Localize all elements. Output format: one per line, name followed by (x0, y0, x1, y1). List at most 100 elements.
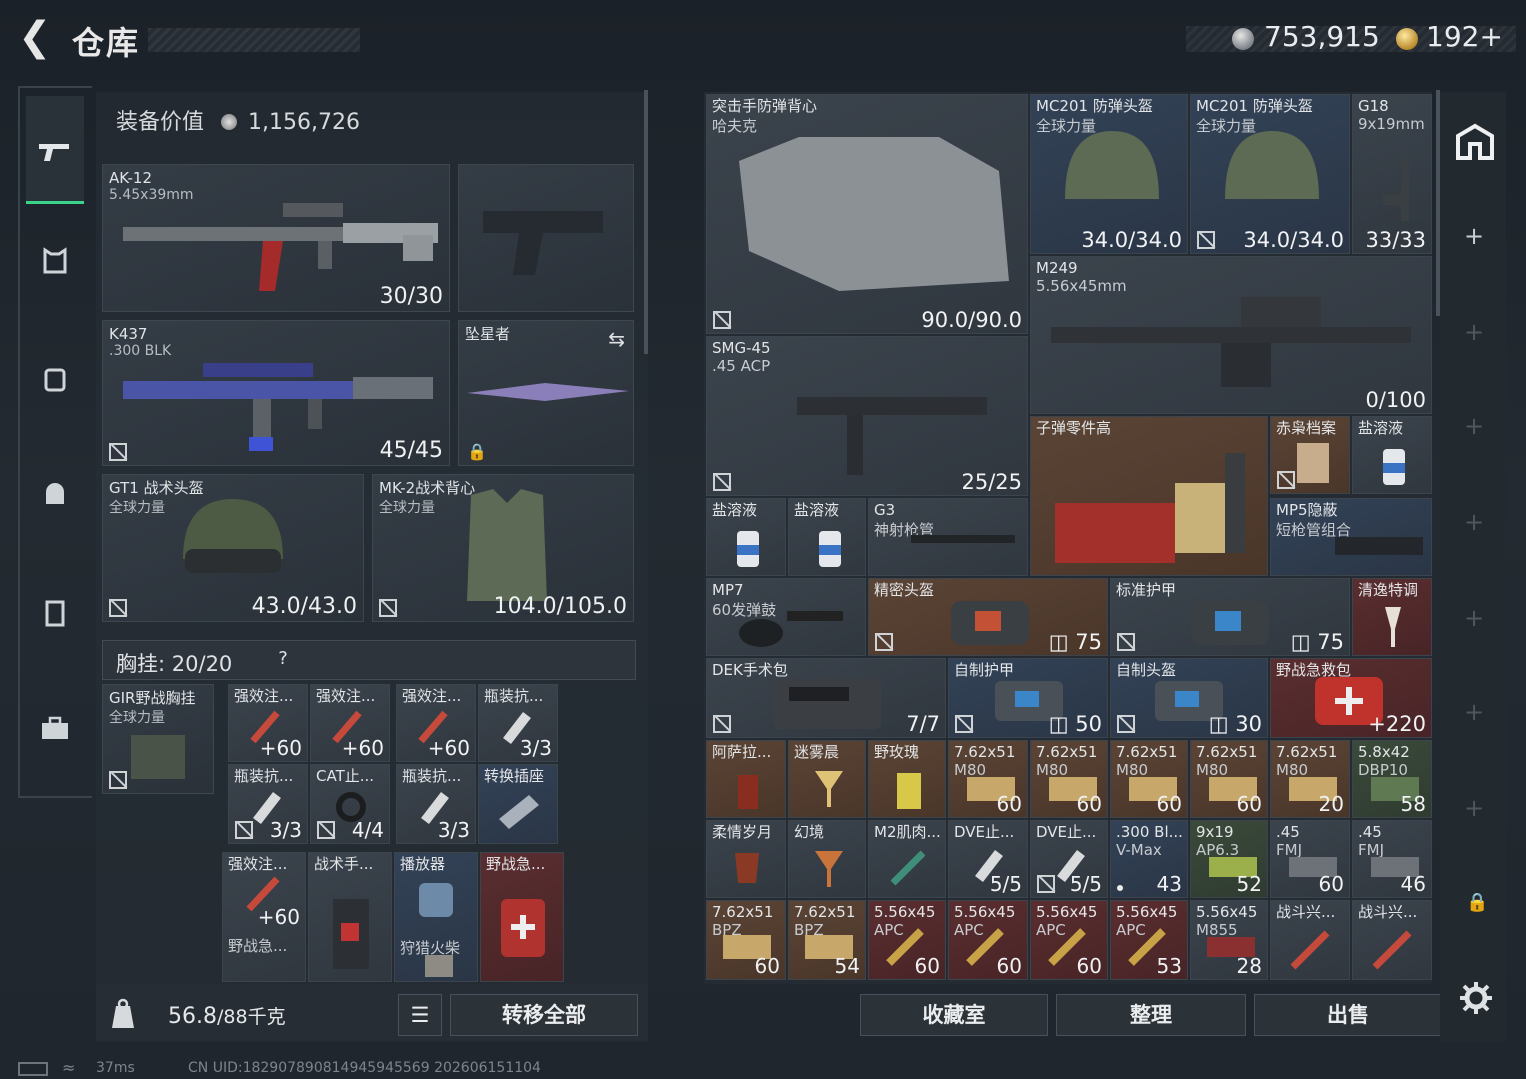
gold-amount[interactable]: 192+ (1426, 20, 1503, 53)
rig-item[interactable]: 瓶装抗... 3/3 (396, 764, 476, 844)
stash-item[interactable]: 盐溶液 (706, 498, 786, 576)
stash-item[interactable]: 7.62x51 BPZ 60 (706, 900, 786, 980)
item-name: MP5隐蔽 (1276, 501, 1338, 519)
item-count: 60 (996, 954, 1022, 978)
stash-item[interactable]: 7.62x51 M80 60 (948, 740, 1028, 818)
rail-weapons-icon[interactable] (26, 96, 84, 204)
rail-container-icon[interactable] (26, 590, 84, 648)
add-page-icon[interactable]: + (1462, 700, 1486, 724)
help-icon[interactable]: ? (272, 648, 294, 672)
add-page-icon[interactable]: + (1462, 320, 1486, 344)
rail-bag-icon[interactable] (26, 472, 84, 530)
rig-item[interactable]: 瓶装抗... 3/3 (478, 684, 558, 762)
primary-weapon-slot[interactable]: AK-12 5.45x39mm 30/30 (102, 164, 450, 312)
stash-item[interactable]: 标准护甲 ◫ 75 (1110, 578, 1350, 656)
stash-item[interactable]: 9x19 AP6.3 52 (1190, 820, 1268, 898)
melee-slot[interactable]: 坠星者 ⇆ 🔒 (458, 320, 634, 466)
stash-item[interactable]: 精密头盔 ◫ 75 (868, 578, 1108, 656)
stash-item[interactable]: M2肌肉... (868, 820, 946, 898)
armor-slot[interactable]: MK-2战术背心 全球力量 104.0/105.0 (372, 474, 634, 622)
stash-item[interactable]: 7.62x51 M80 60 (1030, 740, 1108, 818)
stash-item[interactable]: DEK手术包 7/7 (706, 658, 946, 738)
rail-backpack-icon[interactable] (26, 356, 84, 414)
stash-item[interactable]: 自制护甲 ◫ 50 (948, 658, 1108, 738)
stash-item[interactable]: 柔情岁月 (706, 820, 786, 898)
rail-armor-icon[interactable] (26, 238, 84, 296)
helmet-slot[interactable]: GT1 战术头盔 全球力量 43.0/43.0 (102, 474, 364, 622)
stash-item[interactable]: DVE止... 5/5 (948, 820, 1028, 898)
stash-item[interactable]: 5.8x42 DBP10 58 (1352, 740, 1432, 818)
stash-item[interactable]: 5.56x45 APC 60 (1030, 900, 1108, 980)
stash-item[interactable]: 阿萨拉... (706, 740, 786, 818)
stash-item[interactable]: 战斗兴... (1352, 900, 1432, 980)
bag-item[interactable]: 强效注... +60 野战急... (222, 852, 306, 982)
bag-item[interactable]: 战术手... (308, 852, 392, 982)
stash-item[interactable]: MP7 60发弹鼓 (706, 578, 866, 656)
stash-item[interactable]: MP5隐蔽 短枪管组合 (1270, 498, 1432, 576)
stash-item[interactable]: 清逸特调 (1352, 578, 1432, 656)
add-page-icon[interactable]: + (1462, 796, 1486, 820)
list-view-button[interactable]: ☰ (398, 994, 442, 1036)
stash-item[interactable]: 幻境 (788, 820, 866, 898)
rail-case-icon[interactable] (26, 706, 84, 764)
add-page-icon[interactable]: + (1462, 510, 1486, 534)
rig-item[interactable]: 强效注... +60 (228, 684, 308, 762)
loadout-scrollbar[interactable] (644, 90, 648, 354)
swap-arrows-icon[interactable]: ⇆ (608, 327, 625, 351)
stash-item[interactable]: 5.56x45 M855 28 (1190, 900, 1268, 980)
equipment-value: 装备价值 1,156,726 (116, 104, 360, 136)
add-page-icon[interactable]: + (1462, 224, 1486, 248)
stash-item[interactable]: MC201 防弹头盔 全球力量 34.0/34.0 (1190, 94, 1350, 254)
stash-item[interactable]: 野玫瑰 (868, 740, 946, 818)
pistol-slot-empty[interactable] (458, 164, 634, 312)
add-page-icon[interactable]: + (1462, 606, 1486, 630)
sort-button[interactable]: 整理 (1056, 994, 1246, 1036)
secondary-weapon-slot[interactable]: K437 .300 BLK 45/45 (102, 320, 450, 466)
stash-item[interactable]: DVE止... 5/5 (1030, 820, 1108, 898)
stash-item[interactable]: 自制头盔 ◫ 30 (1110, 658, 1268, 738)
settings-gear-icon[interactable] (1458, 980, 1494, 1016)
stash-item[interactable]: 7.62x51 M80 60 (1110, 740, 1188, 818)
rig-item[interactable]: 强效注... +60 (396, 684, 476, 762)
stash-item[interactable]: .45 FMJ 60 (1270, 820, 1350, 898)
bag-item[interactable]: 播放器 狩猎火柴 (394, 852, 478, 982)
stash-item[interactable]: G3 神射枪管 (868, 498, 1028, 576)
transfer-all-button[interactable]: 转移全部 (450, 994, 638, 1036)
chest-rig-label: 胸挂: 20/20 (116, 648, 232, 678)
stash-scrollbar[interactable] (1436, 90, 1440, 316)
item-name: 精密头盔 (874, 581, 935, 599)
stash-item[interactable]: .45 FMJ 46 (1352, 820, 1432, 898)
rig-item[interactable]: 转换插座 (478, 764, 558, 844)
stash-item[interactable]: 野战急救包 +220 (1270, 658, 1432, 738)
stash-item[interactable]: .300 Bl... V-Max 43 (1110, 820, 1188, 898)
sell-button[interactable]: 出售 (1254, 994, 1442, 1036)
stash-item[interactable]: 5.56x45 APC 60 (868, 900, 946, 980)
stash-item[interactable]: 盐溶液 (1352, 416, 1432, 494)
item-count: 52 (1236, 872, 1262, 896)
chest-rig-slot[interactable]: GIR野战胸挂 全球力量 (102, 684, 214, 794)
stash-item[interactable]: 盐溶液 (788, 498, 866, 576)
stash-item[interactable]: 迷雾晨 (788, 740, 866, 818)
warehouse-icon[interactable] (1454, 122, 1496, 162)
stash-item[interactable]: 7.62x51 M80 20 (1270, 740, 1350, 818)
collection-room-button[interactable]: 收藏室 (860, 994, 1048, 1036)
stash-item[interactable]: 战斗兴... (1270, 900, 1350, 980)
stash-item[interactable]: 突击手防弹背心 哈夫克 90.0/90.0 (706, 94, 1028, 334)
stash-item[interactable]: SMG-45 .45 ACP 25/25 (706, 336, 1028, 496)
stash-item[interactable]: 子弹零件高 (1030, 416, 1268, 576)
stash-item[interactable]: 7.62x51 BPZ 54 (788, 900, 866, 980)
stash-item[interactable]: 赤枭档案 (1270, 416, 1350, 494)
stash-item[interactable]: G18 9x19mm 33/33 (1352, 94, 1432, 254)
rig-item[interactable]: 强效注... +60 (310, 684, 390, 762)
stash-item[interactable]: 5.56x45 APC 60 (948, 900, 1028, 980)
bag-item[interactable]: 野战急... (480, 852, 564, 982)
cocktail-glass-icon (1385, 607, 1401, 647)
stash-item[interactable]: 7.62x51 M80 60 (1190, 740, 1268, 818)
stash-item[interactable]: M249 5.56x45mm 0/100 (1030, 256, 1432, 414)
stash-item[interactable]: MC201 防弹头盔 全球力量 34.0/34.0 (1030, 94, 1188, 254)
stash-item[interactable]: 5.56x45 APC 53 (1110, 900, 1188, 980)
rig-item[interactable]: 瓶装抗... 3/3 (228, 764, 308, 844)
add-page-icon[interactable]: + (1462, 414, 1486, 438)
rig-item[interactable]: CAT止... 4/4 (310, 764, 390, 844)
back-arrow-icon[interactable]: ❮ (18, 17, 54, 57)
